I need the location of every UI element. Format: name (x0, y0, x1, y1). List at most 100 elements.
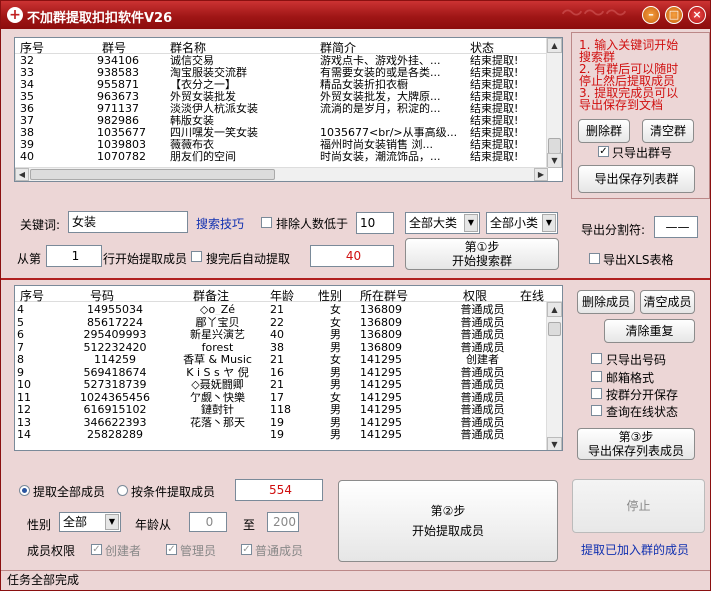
table-row[interactable]: 37 982986 韩版女装 结束提取! (15, 115, 562, 126)
table-row[interactable]: 9 569418674 K i S s ヤ 倪 16 男 141295 普通成员 (15, 367, 562, 378)
table-cell: 136809 (360, 341, 402, 353)
chevron-down-icon[interactable]: ▼ (464, 214, 478, 232)
from-row-input[interactable]: 1 (46, 245, 102, 267)
col-status[interactable]: 状态 (470, 39, 494, 56)
h-scroll-thumb[interactable] (30, 169, 275, 180)
scroll-down-icon[interactable]: ▼ (547, 153, 562, 168)
table-row[interactable]: 8 114259 香草 & Music 21 女 141295 创建者 (15, 354, 562, 365)
table-cell: 普通成员 (460, 341, 505, 353)
col-gender[interactable]: 性别 (318, 287, 342, 304)
chevron-down-icon[interactable]: ▼ (105, 514, 119, 530)
scroll-thumb[interactable] (548, 138, 561, 154)
extract-conditional-radio[interactable] (117, 485, 128, 496)
email-format-checkbox[interactable] (591, 371, 602, 382)
table-row[interactable]: 10 527318739 ◇聂妩闘卿 21 男 141295 普通成员 (15, 379, 562, 390)
export-xls-checkbox[interactable] (589, 253, 600, 264)
start-search-button[interactable]: 第①步 开始搜索群 (405, 238, 559, 270)
delete-member-button[interactable]: 删除成员 (577, 290, 635, 314)
stop-button[interactable]: 停止 (572, 479, 705, 533)
table-row[interactable]: 6 295409993 新星兴演艺 40 男 136809 普通成员 (15, 329, 562, 340)
extract-all-radio[interactable] (19, 485, 30, 496)
table-row[interactable]: 13 346622393 花落丶那天 19 男 141295 普通成员 (15, 417, 562, 428)
table-cell: 女 (330, 354, 341, 365)
table-row[interactable]: 33 938583 淘宝服装交流群 有需要女装的或是各类... 结束提取! (15, 67, 562, 78)
export-group-list-button[interactable]: 导出保存列表群 (578, 165, 695, 193)
table-row[interactable]: 4 14955034 ◇o_Zé 21 女 136809 普通成员 (15, 304, 562, 315)
table-row[interactable]: 34 955871 【衣分之一】 精品女装折扣衣橱 结束提取! (15, 79, 562, 90)
extract-joined-link[interactable]: 提取已加入群的成员 (581, 541, 689, 558)
table-row[interactable]: 40 1070782 朋友们的空间 时尚女装，潮流饰品，... 结束提取! (15, 151, 562, 162)
groups-horizontal-scrollbar[interactable]: ◀ ▶ (15, 167, 548, 181)
clear-member-button[interactable]: 清空成员 (640, 290, 695, 314)
age-from-input[interactable]: 0 (189, 512, 227, 532)
save-by-group-checkbox[interactable] (591, 388, 602, 399)
table-cell: 14 (17, 429, 31, 440)
table-row[interactable]: 39 1039803 薇薇布衣 福州时尚女装销售 浏... 结束提取! (15, 139, 562, 150)
scroll-thumb[interactable] (548, 322, 561, 336)
export-only-number-checkbox[interactable] (591, 353, 602, 364)
maximize-icon[interactable]: □ (665, 6, 683, 24)
exclude-members-checkbox[interactable] (261, 217, 272, 228)
query-online-checkbox[interactable] (591, 405, 602, 416)
members-table[interactable]: 序号 号码 群备注 年龄 性别 所在群号 权限 在线 4 14955034 ◇o_Z… (14, 285, 563, 451)
col-group-intro[interactable]: 群简介 (320, 39, 356, 56)
scroll-up-icon[interactable]: ▲ (547, 38, 562, 53)
table-cell: 141295 (360, 379, 402, 390)
col-number[interactable]: 号码 (90, 287, 114, 304)
delete-group-button[interactable]: 删除群 (578, 119, 630, 143)
perm-creator-checkbox[interactable]: ✓ (91, 544, 102, 555)
table-cell: 女 (330, 391, 341, 403)
col-online[interactable]: 在线 (520, 287, 544, 304)
age-to-input[interactable]: 200 (267, 512, 299, 532)
members-vertical-scrollbar[interactable]: ▲ ▼ (546, 302, 562, 450)
export-only-numbers-checkbox[interactable]: ✓ (598, 146, 609, 157)
col-index[interactable]: 序号 (20, 39, 44, 56)
clear-group-button[interactable]: 清空群 (642, 119, 694, 143)
table-row[interactable]: 5 85617224 郿丫宝贝 22 女 136809 普通成员 (15, 317, 562, 328)
table-cell: 福州时尚女装销售 浏... (320, 139, 433, 150)
scroll-right-icon[interactable]: ▶ (534, 168, 548, 181)
scroll-up-icon[interactable]: ▲ (547, 302, 562, 317)
perm-normal-checkbox[interactable]: ✓ (241, 544, 252, 555)
col-remark[interactable]: 群备注 (193, 287, 229, 304)
col-group-number[interactable]: 群号 (102, 39, 126, 56)
export-options-panel: 导出分割符: —— 导出XLS表格 (571, 201, 710, 275)
table-cell: 普通成员 (460, 391, 505, 403)
col-group-number[interactable]: 所在群号 (360, 287, 408, 304)
col-permission[interactable]: 权限 (463, 287, 487, 304)
table-row[interactable]: 12 616915102 鏈尌针 118 男 141295 普通成员 (15, 404, 562, 415)
perm-admin-checkbox[interactable]: ✓ (166, 544, 177, 555)
exclude-members-input[interactable]: 10 (356, 212, 394, 234)
scroll-down-icon[interactable]: ▼ (547, 437, 562, 450)
table-row[interactable]: 36 971137 淡淡伊人杭派女装 流淌的是岁月，积淀的... 结束提取! (15, 103, 562, 114)
auto-extract-checkbox[interactable] (191, 251, 202, 262)
separator-input[interactable]: —— (654, 216, 698, 238)
table-row[interactable]: 32 934106 诚信交易 游戏点卡、游戏外挂、... 结束提取! (15, 55, 562, 66)
table-row[interactable]: 38 1035677 四川嘿发一笑女装 1035677<br/>从事高级... 结束提取… (15, 127, 562, 138)
search-tips-link[interactable]: 搜索技巧 (196, 215, 244, 232)
chevron-down-icon[interactable]: ▼ (542, 214, 556, 232)
scroll-left-icon[interactable]: ◀ (15, 168, 29, 181)
sub-category-select[interactable]: 全部小类 ▼ (486, 212, 558, 234)
col-group-name[interactable]: 群名称 (170, 39, 206, 56)
table-row[interactable]: 35 963673 外贸女装批发 外贸女装批发，大牌原... 结束提取! (15, 91, 562, 102)
start-extract-button[interactable]: 第②步 开始提取成员 (338, 480, 558, 562)
col-age[interactable]: 年龄 (270, 287, 294, 304)
minimize-icon[interactable]: – (642, 6, 660, 24)
table-row[interactable]: 14 25828289 19 男 141295 普通成员 (15, 429, 562, 440)
gender-select[interactable]: 全部 ▼ (59, 512, 121, 532)
main-category-select[interactable]: 全部大类 ▼ (405, 212, 480, 234)
table-cell: 1024365456 (80, 391, 150, 403)
col-index[interactable]: 序号 (20, 287, 44, 304)
table-cell: 普通成员 (460, 329, 505, 340)
groups-vertical-scrollbar[interactable]: ▲ ▼ (546, 38, 562, 168)
table-row[interactable]: 7 512232420 forest 38 男 136809 普通成员 (15, 342, 562, 353)
table-row[interactable]: 11 1024365456 亇觑丶快樂 17 女 141295 普通成员 (15, 392, 562, 403)
export-members-button[interactable]: 第③步 导出保存列表成员 (577, 428, 695, 460)
member-count-display: 554 (235, 479, 323, 501)
keyword-input[interactable]: 女装 (68, 211, 188, 233)
close-icon[interactable]: × (688, 6, 706, 24)
table-cell: 39 (20, 139, 34, 150)
clear-duplicates-button[interactable]: 清除重复 (604, 319, 695, 343)
groups-table[interactable]: 序号 群号 群名称 群简介 状态 32 934106 诚信交易 游戏点卡、游戏外挂、.… (14, 37, 563, 182)
